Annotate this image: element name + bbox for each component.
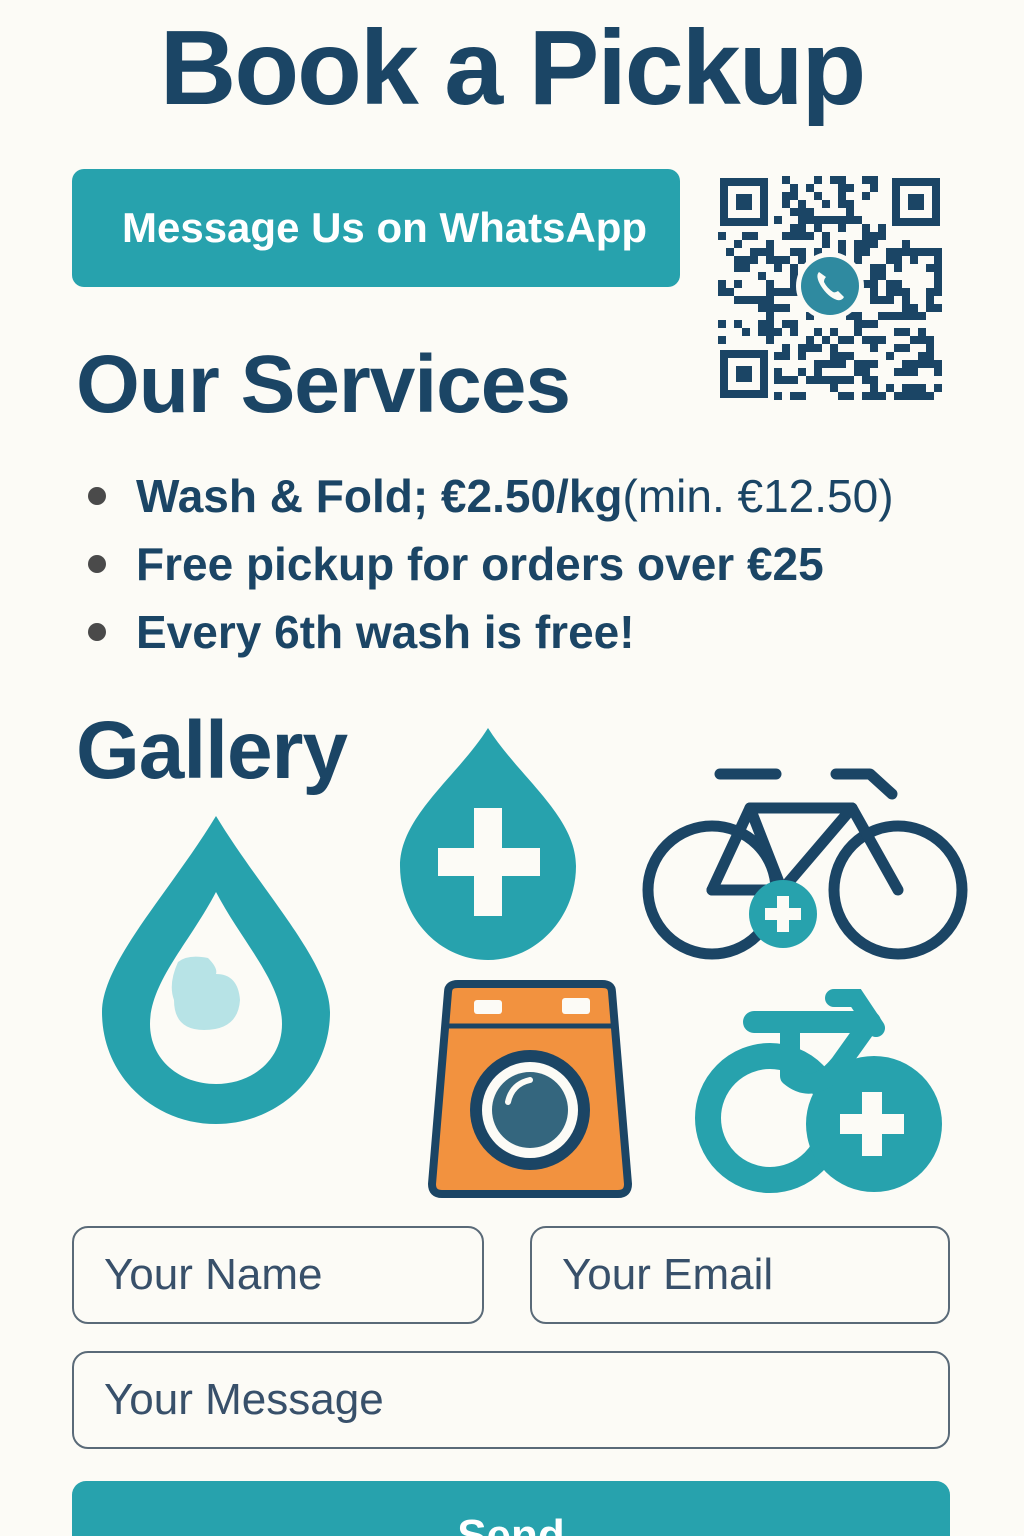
service-text: Wash & Fold; €2.50/kg (136, 470, 623, 522)
washing-machine-icon (428, 980, 632, 1198)
service-note: (min. €12.50) (622, 470, 894, 522)
bike-plus-icon (695, 989, 942, 1193)
send-button[interactable]: Send (72, 1481, 950, 1536)
phone-icon (796, 252, 864, 320)
bullet-icon (88, 623, 106, 641)
email-field[interactable] (530, 1226, 950, 1324)
service-text: Free pickup for orders over €25 (136, 538, 824, 590)
services-list: Wash & Fold; €2.50/kg (min. €12.50) Free… (88, 462, 894, 666)
bullet-icon (88, 555, 106, 573)
service-text: Every 6th wash is free! (136, 606, 635, 658)
qr-code-icon[interactable] (718, 176, 942, 400)
whatsapp-button[interactable]: Message Us on WhatsApp (72, 169, 680, 287)
gallery-title: Gallery (76, 705, 348, 796)
bullet-icon (88, 487, 106, 505)
drop-plus-icon (400, 728, 576, 960)
bicycle-plus-icon (642, 768, 968, 960)
name-field[interactable] (72, 1226, 484, 1324)
services-title: Our Services (76, 339, 571, 430)
list-item: Wash & Fold; €2.50/kg (min. €12.50) (88, 462, 894, 530)
list-item: Every 6th wash is free! (88, 598, 894, 666)
message-field[interactable] (72, 1351, 950, 1449)
page-title: Book a Pickup (159, 9, 866, 127)
list-item: Free pickup for orders over €25 (88, 530, 894, 598)
water-drop-icon (102, 816, 330, 1124)
